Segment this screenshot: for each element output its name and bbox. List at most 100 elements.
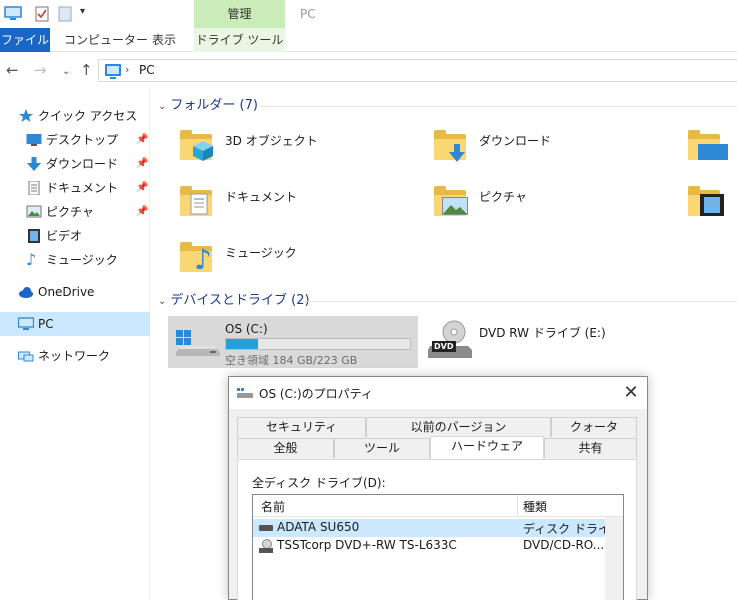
new-folder-icon[interactable] <box>58 6 72 22</box>
nav-videos[interactable]: ビデオ <box>0 224 150 248</box>
dvd-drive-tile[interactable]: DVD DVD RW ドライブ (E:) <box>426 316 626 368</box>
hardware-panel: 全ディスク ドライブ(D): 名前 種類 ADATA SU650 ディスク ドラ… <box>237 459 637 600</box>
folder-music-icon[interactable]: ♪ <box>180 242 212 276</box>
folder-pictures-icon[interactable] <box>434 186 468 216</box>
tab-general[interactable]: 全般 <box>237 438 334 458</box>
nav-music[interactable]: ♪ ミュージック <box>0 248 150 272</box>
picture-icon <box>26 205 42 218</box>
nav-pc[interactable]: PC <box>0 312 150 336</box>
column-header-type[interactable]: 種類 <box>523 498 547 515</box>
list-item[interactable]: ADATA SU650 ディスク ドライブ <box>253 519 622 537</box>
window-title: PC <box>300 7 316 21</box>
drive-c-usage-fill <box>226 339 258 349</box>
nav-network[interactable]: ネットワーク <box>0 344 150 368</box>
dvd-badge: DVD <box>434 342 454 351</box>
breadcrumb-chevron-icon[interactable]: › <box>125 63 129 76</box>
film-icon <box>700 194 724 216</box>
pin-icon[interactable]: 📌 <box>136 128 148 152</box>
properties-icon[interactable] <box>34 6 50 22</box>
pin-icon[interactable]: 📌 <box>136 152 148 176</box>
address-path: PC <box>139 63 155 77</box>
music-note-icon: ♪ <box>194 243 212 276</box>
dialog-title: OS (C:)のプロパティ <box>259 387 373 401</box>
folder-downloads-icon[interactable] <box>434 130 466 162</box>
disk-drive-icon <box>259 525 273 531</box>
drive-c-free-space: 空き領域 184 GB/223 GB <box>225 354 358 367</box>
download-icon <box>27 157 41 171</box>
divider <box>260 106 737 107</box>
nav-pictures[interactable]: ピクチャ 📌 <box>0 200 150 224</box>
nav-downloads[interactable]: ダウンロード 📌 <box>0 152 150 176</box>
nav-desktop[interactable]: デスクトップ 📌 <box>0 128 150 152</box>
document-icon <box>28 181 40 195</box>
drive-c-usage-bar <box>225 338 411 350</box>
address-bar: ← → ⌄ ↑ › PC <box>0 52 737 88</box>
context-tab-manage[interactable]: 管理 <box>194 0 285 28</box>
folder-label[interactable]: ピクチャ <box>479 188 527 205</box>
music-note-icon: ♪ <box>26 250 37 269</box>
title-bar: ▾ 管理 PC <box>0 0 737 28</box>
group-header-folders[interactable]: ⌄ フォルダー (7) <box>158 96 258 116</box>
properties-dialog: OS (C:)のプロパティ ✕ セキュリティ 以前のバージョン クォータ 全般 … <box>228 376 648 600</box>
drive-c-name: OS (C:) <box>225 322 268 336</box>
list-scrollbar[interactable] <box>605 517 623 600</box>
folder-label[interactable]: ドキュメント <box>225 188 297 205</box>
drive-icon <box>237 388 253 398</box>
tab-previous-versions[interactable]: 以前のバージョン <box>366 417 551 437</box>
picture-icon <box>442 197 468 215</box>
tab-computer[interactable]: コンピューター <box>64 28 148 52</box>
address-field[interactable]: › PC <box>98 59 737 82</box>
folder-documents-icon[interactable] <box>180 186 212 216</box>
cloud-icon <box>19 287 33 298</box>
folder-label[interactable]: 3D オブジェクト <box>225 132 318 149</box>
chevron-down-icon: ⌄ <box>158 101 167 112</box>
close-icon[interactable]: ✕ <box>619 381 643 405</box>
folder-videos-icon[interactable] <box>688 186 728 216</box>
folder-label[interactable]: ミュージック <box>225 244 297 261</box>
optical-drive-icon <box>259 539 273 553</box>
up-arrow-icon[interactable]: ↑ <box>80 61 93 79</box>
tab-quota[interactable]: クォータ <box>551 417 637 437</box>
cube-icon <box>193 141 213 161</box>
hard-drive-icon <box>176 330 220 356</box>
star-icon <box>19 109 33 122</box>
pin-icon[interactable]: 📌 <box>136 200 148 224</box>
nav-quick-access[interactable]: クイック アクセス <box>0 104 150 128</box>
pin-icon[interactable]: 📌 <box>136 176 148 200</box>
tab-file[interactable]: ファイル <box>0 28 50 52</box>
list-header: 名前 種類 <box>253 495 623 517</box>
nav-documents[interactable]: ドキュメント 📌 <box>0 176 150 200</box>
drive-c-tile[interactable]: OS (C:) 空き領域 184 GB/223 GB <box>168 316 418 368</box>
tab-view[interactable]: 表示 <box>152 28 176 52</box>
tab-tools[interactable]: ツール <box>334 438 430 458</box>
tab-sharing[interactable]: 共有 <box>544 438 637 458</box>
pc-icon <box>18 317 34 330</box>
column-header-name[interactable]: 名前 <box>261 498 285 515</box>
folder-desktop-icon[interactable] <box>688 130 728 160</box>
desktop-icon <box>698 144 728 160</box>
ribbon-tabs: ファイル コンピューター 表示 ドライブ ツール <box>0 28 737 52</box>
forward-arrow-icon[interactable]: → <box>34 61 47 79</box>
dialog-title-bar[interactable]: OS (C:)のプロパティ ✕ <box>229 377 647 409</box>
tab-hardware[interactable]: ハードウェア <box>430 436 544 459</box>
nav-onedrive[interactable]: OneDrive <box>0 280 150 304</box>
folder-3d-objects-icon[interactable] <box>180 130 213 161</box>
pc-icon <box>105 64 121 79</box>
computer-icon[interactable] <box>4 6 22 22</box>
group-header-devices[interactable]: ⌄ デバイスとドライブ (2) <box>158 291 310 311</box>
customize-toolbar-icon[interactable]: ▾ <box>80 6 85 17</box>
video-icon <box>28 229 40 243</box>
tab-drive-tools[interactable]: ドライブ ツール <box>194 28 285 52</box>
dvd-drive-name: DVD RW ドライブ (E:) <box>479 326 606 340</box>
recent-chevron-icon[interactable]: ⌄ <box>62 63 70 81</box>
desktop-icon <box>26 134 42 146</box>
list-item[interactable]: TSSTcorp DVD+-RW TS-L633C DVD/CD-RO... <box>253 537 605 555</box>
back-arrow-icon[interactable]: ← <box>6 61 19 79</box>
tab-security[interactable]: セキュリティ <box>237 417 366 437</box>
navigation-pane: クイック アクセス デスクトップ 📌 ダウンロード 📌 ドキュメント 📌 ピクチ… <box>0 88 150 600</box>
download-icon <box>449 144 465 162</box>
chevron-down-icon: ⌄ <box>158 296 167 307</box>
disk-drive-list[interactable]: 名前 種類 ADATA SU650 ディスク ドライブ TSSTcorp DVD… <box>252 494 624 600</box>
folder-label[interactable]: ダウンロード <box>479 132 551 149</box>
column-divider[interactable] <box>517 495 518 517</box>
